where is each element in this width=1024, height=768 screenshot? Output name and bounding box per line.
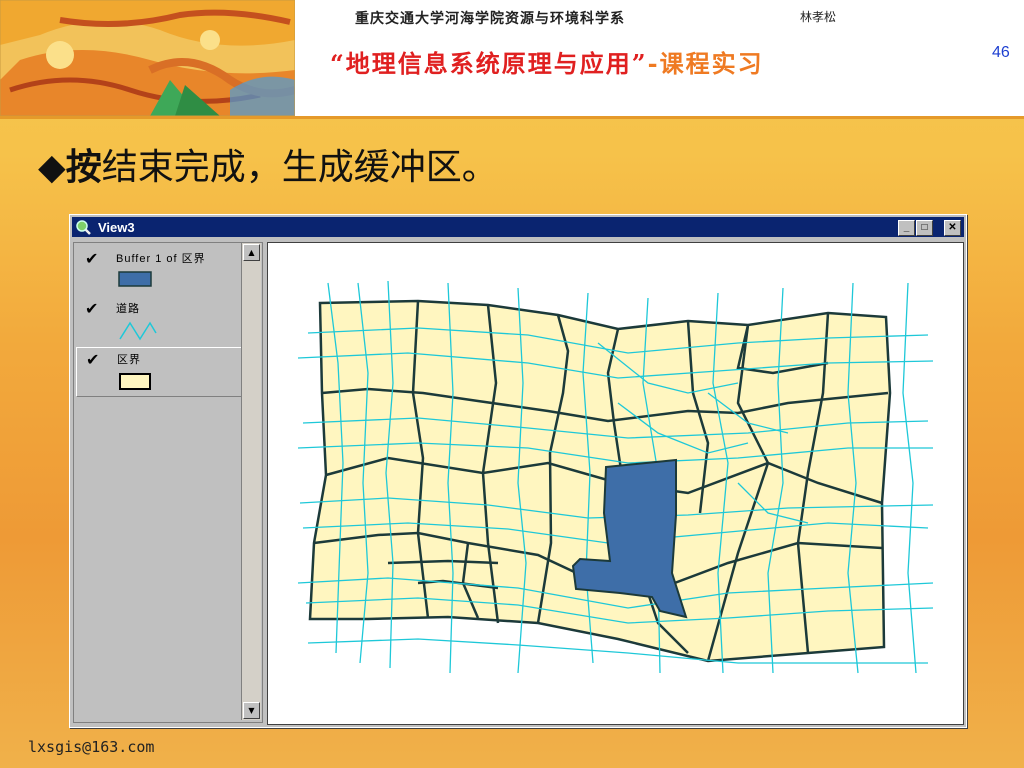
map-canvas[interactable] — [268, 243, 963, 724]
layer-label: 道路 — [116, 303, 140, 315]
diamond-bullet-icon: ◆ — [38, 147, 66, 188]
layer-visibility-checkbox[interactable]: ✔ — [86, 350, 99, 369]
layer-label: 区界 — [117, 354, 141, 366]
road-line-symbol-icon — [119, 321, 157, 341]
bullet-text: 结束完成，生成缓冲区。 — [101, 147, 498, 188]
bullet-bold-text: 按 — [65, 147, 102, 188]
district-fill-symbol-icon — [119, 373, 151, 390]
footer-email: lxsgis@163.com — [28, 738, 155, 756]
map-display[interactable] — [267, 242, 964, 725]
layer-visibility-checkbox[interactable]: ✔ — [85, 249, 98, 268]
layer-item-districts[interactable]: ✔ 区界 — [76, 347, 242, 397]
view-window: View3 _ □ ✕ ✔ Buffer 1 of 区界 ✔ 道路 ✔ 区界 ▲… — [69, 214, 967, 728]
layer-table-of-contents: ✔ Buffer 1 of 区界 ✔ 道路 ✔ 区界 ▲ ▼ — [73, 242, 263, 723]
school-title: 重庆交通大学河海学院资源与环境科学系 — [355, 11, 625, 27]
layer-item-roads[interactable]: ✔ 道路 — [76, 297, 240, 343]
course-title-suffix: -课程实习 — [647, 49, 764, 78]
header-map-image — [0, 0, 295, 116]
layer-visibility-checkbox[interactable]: ✔ — [85, 299, 98, 318]
close-button[interactable]: ✕ — [944, 220, 961, 236]
toc-scrollbar[interactable]: ▲ ▼ — [241, 243, 261, 720]
minimize-button[interactable]: _ — [898, 220, 915, 236]
slide-bullet: ◆按结束完成，生成缓冲区。 — [38, 138, 498, 190]
course-title: “地理信息系统原理与应用”-课程实习 — [330, 44, 764, 79]
view-magnifier-icon — [76, 220, 91, 235]
scroll-down-button[interactable]: ▼ — [243, 702, 260, 719]
window-title: View3 — [98, 220, 135, 235]
layer-item-buffer[interactable]: ✔ Buffer 1 of 区界 — [76, 247, 240, 293]
slide-header: 重庆交通大学河海学院资源与环境科学系 林孝松 “地理信息系统原理与应用”-课程实… — [0, 0, 1024, 119]
window-titlebar[interactable]: View3 _ □ ✕ — [72, 217, 964, 237]
scroll-up-button[interactable]: ▲ — [243, 244, 260, 261]
page-number: 46 — [992, 44, 1010, 61]
course-title-main: “地理信息系统原理与应用” — [330, 49, 648, 78]
buffer-fill-symbol-icon — [118, 271, 152, 287]
layer-label: Buffer 1 of 区界 — [116, 253, 206, 265]
author-name: 林孝松 — [800, 10, 837, 24]
maximize-button[interactable]: □ — [916, 220, 933, 236]
